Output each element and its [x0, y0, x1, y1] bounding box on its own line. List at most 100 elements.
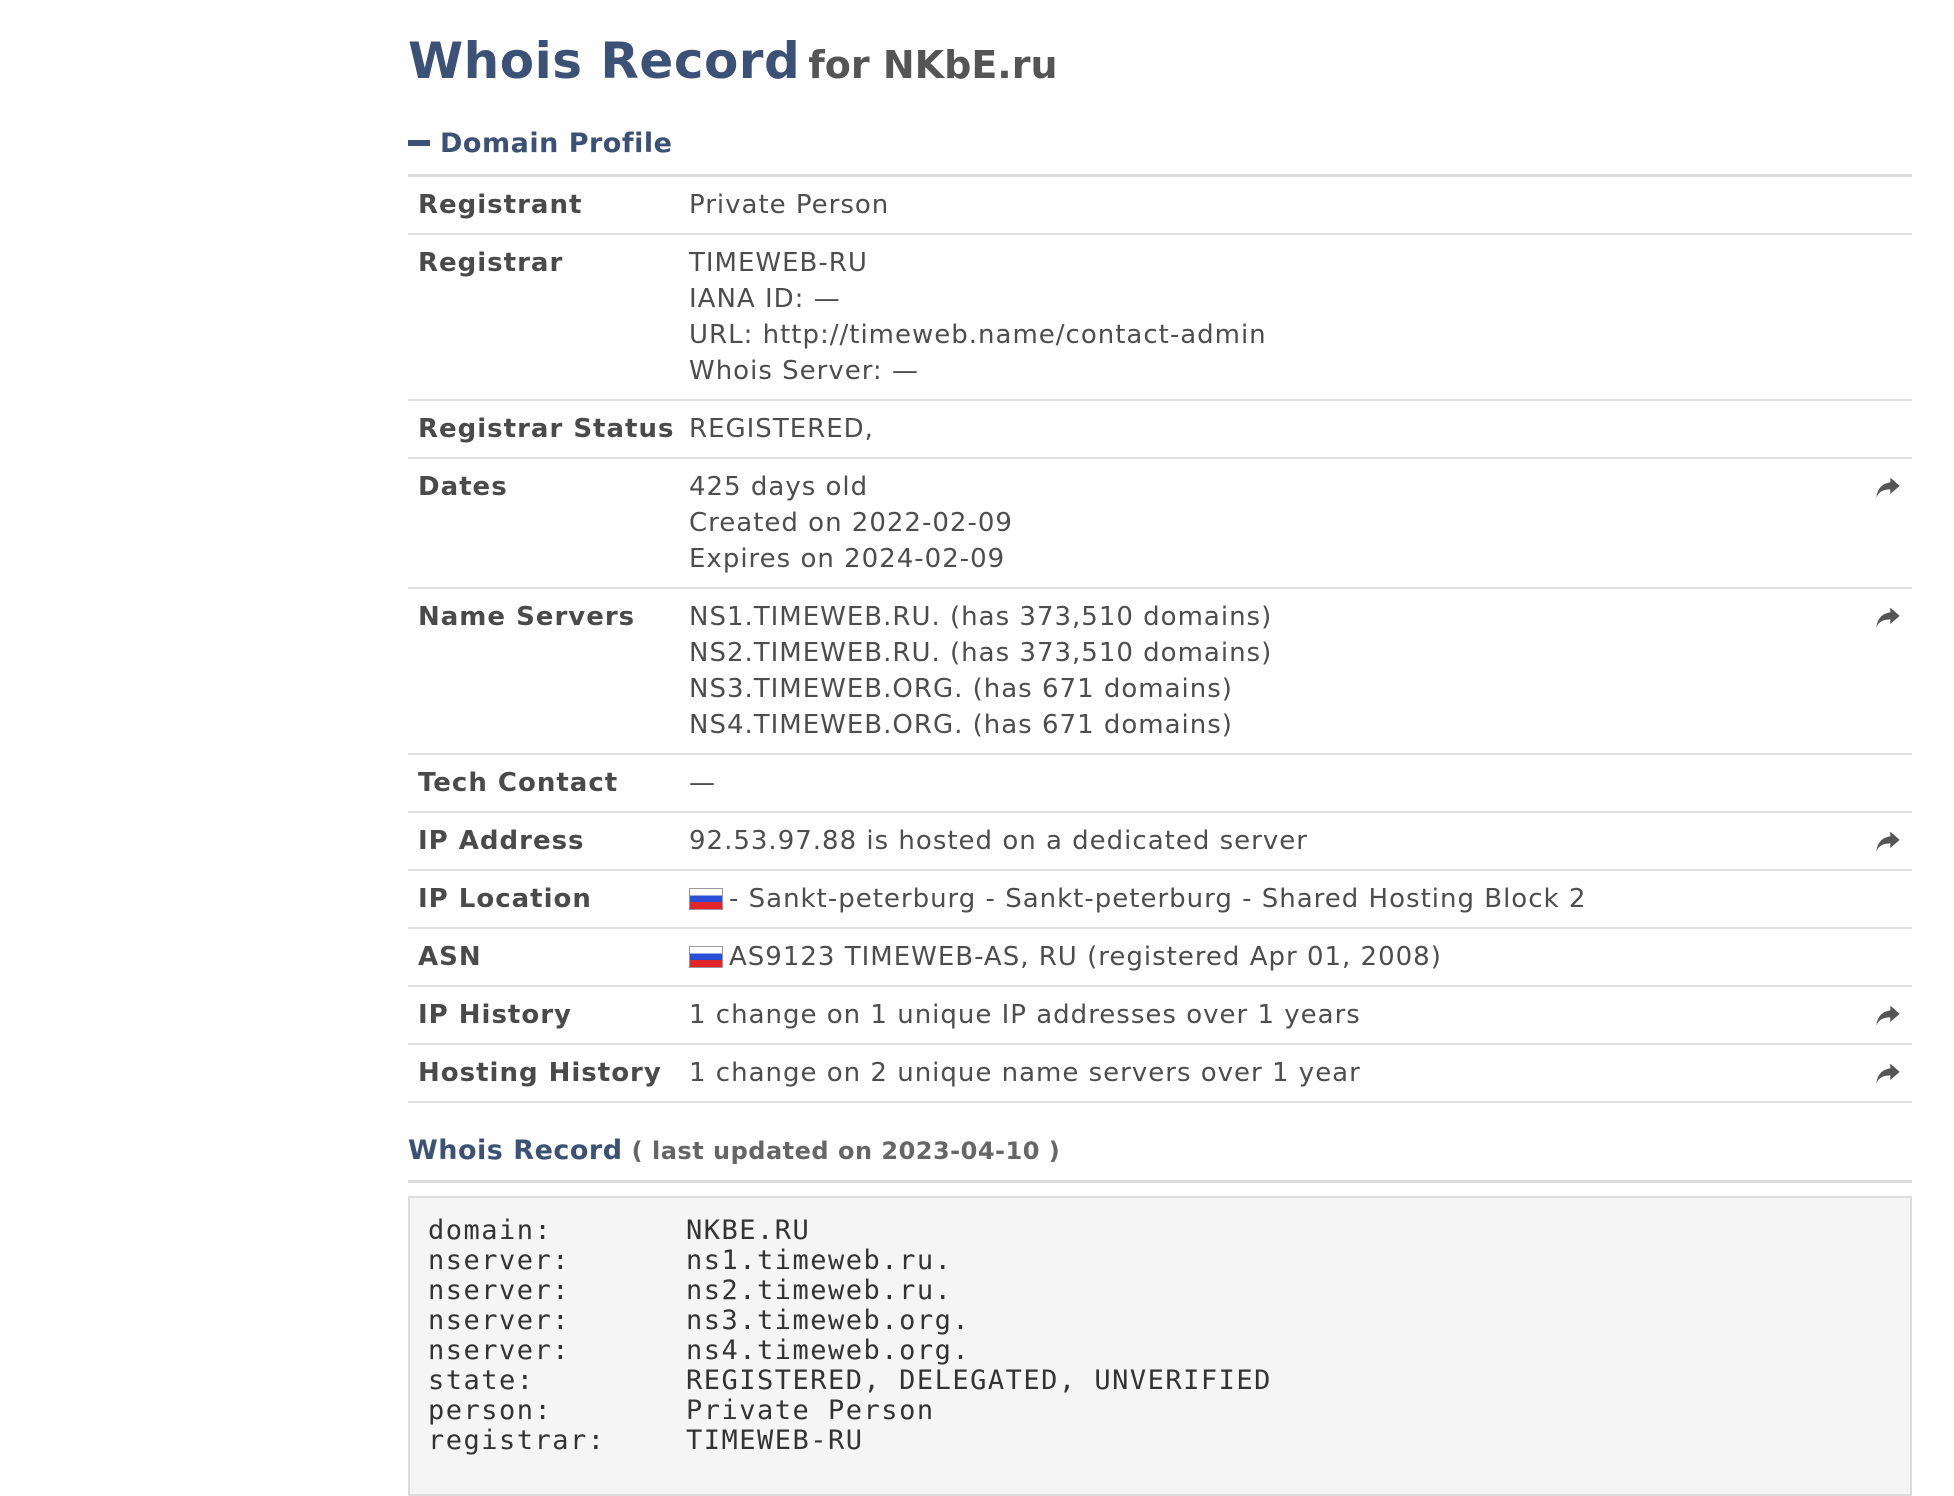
- raw-whois-value: ns1.timeweb.ru.: [686, 1245, 953, 1276]
- whois-record-link[interactable]: Whois Record: [408, 1135, 623, 1166]
- profile-row-label: Name Servers: [418, 602, 636, 632]
- profile-row-value-text: REGISTERED,: [689, 414, 874, 444]
- profile-row-hosting-history: Hosting History 1 change on 2 unique name…: [408, 1045, 1912, 1103]
- profile-row-value-line: Private Person: [689, 187, 1912, 223]
- page-title-main: Whois Record: [408, 32, 801, 90]
- profile-row-value-text: 1 change on 2 unique name servers over 1…: [689, 1058, 1361, 1088]
- profile-row-value-text: NS3.TIMEWEB.ORG. (has 671 domains): [689, 674, 1233, 704]
- raw-whois-key: nserver:: [428, 1335, 571, 1366]
- share-arrow-icon[interactable]: [1874, 1001, 1902, 1029]
- whois-record-updated: ( last updated on 2023-04-10 ): [631, 1137, 1061, 1165]
- divider: [408, 1180, 1912, 1183]
- profile-row-registrar: Registrar TIMEWEB-RU IANA ID: — URL: http:/…: [408, 235, 1912, 401]
- raw-whois-value: Private Person: [686, 1395, 935, 1426]
- profile-row-value-text: Private Person: [689, 190, 890, 220]
- profile-row-value-text: Created on 2022-02-09: [689, 508, 1013, 538]
- russia-flag-icon: [689, 946, 723, 968]
- domain-profile-label: Domain Profile: [440, 128, 673, 159]
- raw-whois-line: state: REGISTERED, DELEGATED, UNVERIFIED: [428, 1366, 1892, 1396]
- raw-whois-key: domain:: [428, 1215, 553, 1246]
- profile-row-label: ASN: [418, 942, 482, 972]
- profile-row-ip-history: IP History 1 change on 1 unique IP addres…: [408, 987, 1912, 1045]
- whois-record-header: Whois Record ( last updated on 2023-04-1…: [408, 1135, 1060, 1166]
- raw-whois-key: nserver:: [428, 1305, 571, 1336]
- profile-row-value-line: 425 days old: [689, 469, 1912, 505]
- profile-row-value: NS1.TIMEWEB.RU. (has 373,510 domains) NS2…: [689, 599, 1912, 743]
- profile-row-label: Hosting History: [418, 1058, 662, 1088]
- profile-row-value-text: 92.53.97.88 is hosted on a dedicated ser…: [689, 826, 1308, 856]
- raw-whois-line: nserver: ns3.timeweb.org.: [428, 1306, 1892, 1336]
- raw-whois-value: REGISTERED, DELEGATED, UNVERIFIED: [686, 1365, 1272, 1396]
- profile-row-value: Private Person: [689, 187, 1912, 223]
- profile-row-label: Registrar: [418, 248, 564, 278]
- share-arrow-icon[interactable]: [1874, 1059, 1902, 1087]
- raw-whois-key: state:: [428, 1365, 535, 1396]
- profile-row-value-text: —: [689, 768, 716, 798]
- raw-whois-key: registrar:: [428, 1425, 606, 1456]
- profile-row-value-line: Whois Server: —: [689, 353, 1912, 389]
- collapse-icon: [408, 139, 430, 146]
- profile-row-value-text: NS4.TIMEWEB.ORG. (has 671 domains): [689, 710, 1233, 740]
- profile-row-value-line: —: [689, 765, 1912, 801]
- profile-row-ip-location: IP Location - Sankt-peterburg - Sankt-pet…: [408, 871, 1912, 929]
- raw-whois-value: ns4.timeweb.org.: [686, 1335, 971, 1366]
- profile-row-value-text: Expires on 2024-02-09: [689, 544, 1006, 574]
- raw-whois-value: TIMEWEB-RU: [686, 1425, 864, 1456]
- profile-row-registrant: Registrant Private Person: [408, 177, 1912, 235]
- domain-profile-table: Registrant Private Person Registrar TIMEWEB…: [408, 174, 1912, 1103]
- profile-row-value-text: AS9123 TIMEWEB-AS, RU (registered Apr 01…: [729, 942, 1442, 972]
- raw-whois-key: person:: [428, 1395, 553, 1426]
- profile-row-asn: ASN AS9123 TIMEWEB-AS, RU (registered Apr…: [408, 929, 1912, 987]
- profile-row-value: TIMEWEB-RU IANA ID: — URL: http://timeweb.…: [689, 245, 1912, 389]
- profile-row-value: AS9123 TIMEWEB-AS, RU (registered Apr 01…: [689, 939, 1912, 975]
- profile-row-value: 1 change on 2 unique name servers over 1…: [689, 1055, 1912, 1091]
- profile-row-value-line: URL: http://timeweb.name/contact-admin: [689, 317, 1912, 353]
- profile-row-value-line: NS3.TIMEWEB.ORG. (has 671 domains): [689, 671, 1912, 707]
- profile-row-value-text: NS2.TIMEWEB.RU. (has 373,510 domains): [689, 638, 1273, 668]
- profile-row-value-line: - Sankt-peterburg - Sankt-peterburg - Sh…: [689, 881, 1912, 917]
- raw-whois-text: domain: NKBE.RU nserver: ns1.timeweb.ru. nse…: [408, 1196, 1912, 1496]
- profile-row-value: REGISTERED,: [689, 411, 1912, 447]
- share-arrow-icon[interactable]: [1874, 473, 1902, 501]
- profile-row-value-line: TIMEWEB-RU: [689, 245, 1912, 281]
- raw-whois-key: nserver:: [428, 1245, 571, 1276]
- raw-whois-value: NKBE.RU: [686, 1215, 811, 1246]
- share-arrow-icon[interactable]: [1874, 827, 1902, 855]
- profile-row-value-line: NS4.TIMEWEB.ORG. (has 671 domains): [689, 707, 1912, 743]
- profile-row-label: Registrant: [418, 190, 583, 220]
- profile-row-value-line: IANA ID: —: [689, 281, 1912, 317]
- page-title-domain: for NKbE.ru: [808, 43, 1058, 87]
- profile-row-value-text: Whois Server: —: [689, 356, 919, 386]
- profile-row-value-text: TIMEWEB-RU: [689, 248, 868, 278]
- profile-row-value-line: 1 change on 1 unique IP addresses over 1…: [689, 997, 1912, 1033]
- profile-row-value-text: 1 change on 1 unique IP addresses over 1…: [689, 1000, 1361, 1030]
- profile-row-value-line: AS9123 TIMEWEB-AS, RU (registered Apr 01…: [689, 939, 1912, 975]
- profile-row-dates: Dates 425 days old Created on 2022-02-09 Ex…: [408, 459, 1912, 589]
- profile-row-label: IP Address: [418, 826, 585, 856]
- profile-row-value-line: REGISTERED,: [689, 411, 1912, 447]
- profile-row-value-text: NS1.TIMEWEB.RU. (has 373,510 domains): [689, 602, 1273, 632]
- profile-row-value-line: NS1.TIMEWEB.RU. (has 373,510 domains): [689, 599, 1912, 635]
- raw-whois-key: nserver:: [428, 1275, 571, 1306]
- profile-row-value-text: 425 days old: [689, 472, 869, 502]
- domain-profile-toggle[interactable]: Domain Profile: [408, 128, 672, 159]
- profile-row-label: IP Location: [418, 884, 592, 914]
- profile-row-registrar-status: Registrar Status REGISTERED,: [408, 401, 1912, 459]
- page-title: Whois Record for NKbE.ru: [408, 32, 1058, 90]
- profile-row-value-line: 92.53.97.88 is hosted on a dedicated ser…: [689, 823, 1912, 859]
- raw-whois-value: ns3.timeweb.org.: [686, 1305, 971, 1336]
- profile-row-value: 425 days old Created on 2022-02-09 Expires…: [689, 469, 1912, 577]
- raw-whois-value: ns2.timeweb.ru.: [686, 1275, 953, 1306]
- profile-row-label: IP History: [418, 1000, 572, 1030]
- share-arrow-icon[interactable]: [1874, 603, 1902, 631]
- profile-row-tech-contact: Tech Contact —: [408, 755, 1912, 813]
- profile-row-value-text: - Sankt-peterburg - Sankt-peterburg - Sh…: [729, 884, 1587, 914]
- russia-flag-icon: [689, 888, 723, 910]
- profile-row-value-line: Created on 2022-02-09: [689, 505, 1912, 541]
- raw-whois-line: registrar: TIMEWEB-RU: [428, 1426, 1892, 1456]
- profile-row-ip-address: IP Address 92.53.97.88 is hosted on a ded…: [408, 813, 1912, 871]
- raw-whois-line: person: Private Person: [428, 1396, 1892, 1426]
- profile-row-value-line: 1 change on 2 unique name servers over 1…: [689, 1055, 1912, 1091]
- raw-whois-line: domain: NKBE.RU: [428, 1216, 1892, 1246]
- profile-row-name-servers: Name Servers NS1.TIMEWEB.RU. (has 373,510…: [408, 589, 1912, 755]
